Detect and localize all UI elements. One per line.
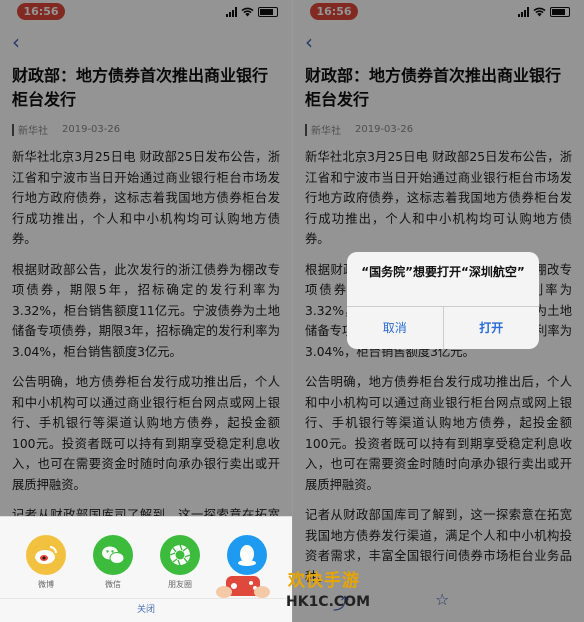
watermark-url: HK1C.COM	[286, 594, 371, 610]
alert-message: “国务院”想要打开“深圳航空”	[361, 265, 525, 279]
moments-icon	[160, 535, 200, 575]
open-app-alert: “国务院”想要打开“深圳航空” 取消 打开	[347, 252, 539, 349]
share-moments[interactable]: 朋友圈	[155, 535, 205, 590]
cancel-button[interactable]: 取消	[347, 307, 444, 349]
left-screen: 16:56 ‹ 财政部：地方债券首次推出商业银行柜台发行 新华社 2019-03…	[0, 0, 292, 622]
watermark: 欢快手游 HK1C.COM	[212, 562, 392, 618]
share-wechat[interactable]: 微信	[88, 535, 138, 590]
open-button[interactable]: 打开	[444, 307, 540, 349]
watermark-text: 欢快手游	[288, 571, 360, 591]
right-screen: 16:56 ‹ 财政部：地方债券首次推出商业银行柜台发行 新华社 2019-03…	[292, 0, 584, 622]
weibo-icon	[26, 535, 66, 575]
wechat-icon	[93, 535, 133, 575]
share-weibo[interactable]: 微博	[21, 535, 71, 590]
gamepad-logo-icon	[216, 576, 270, 598]
